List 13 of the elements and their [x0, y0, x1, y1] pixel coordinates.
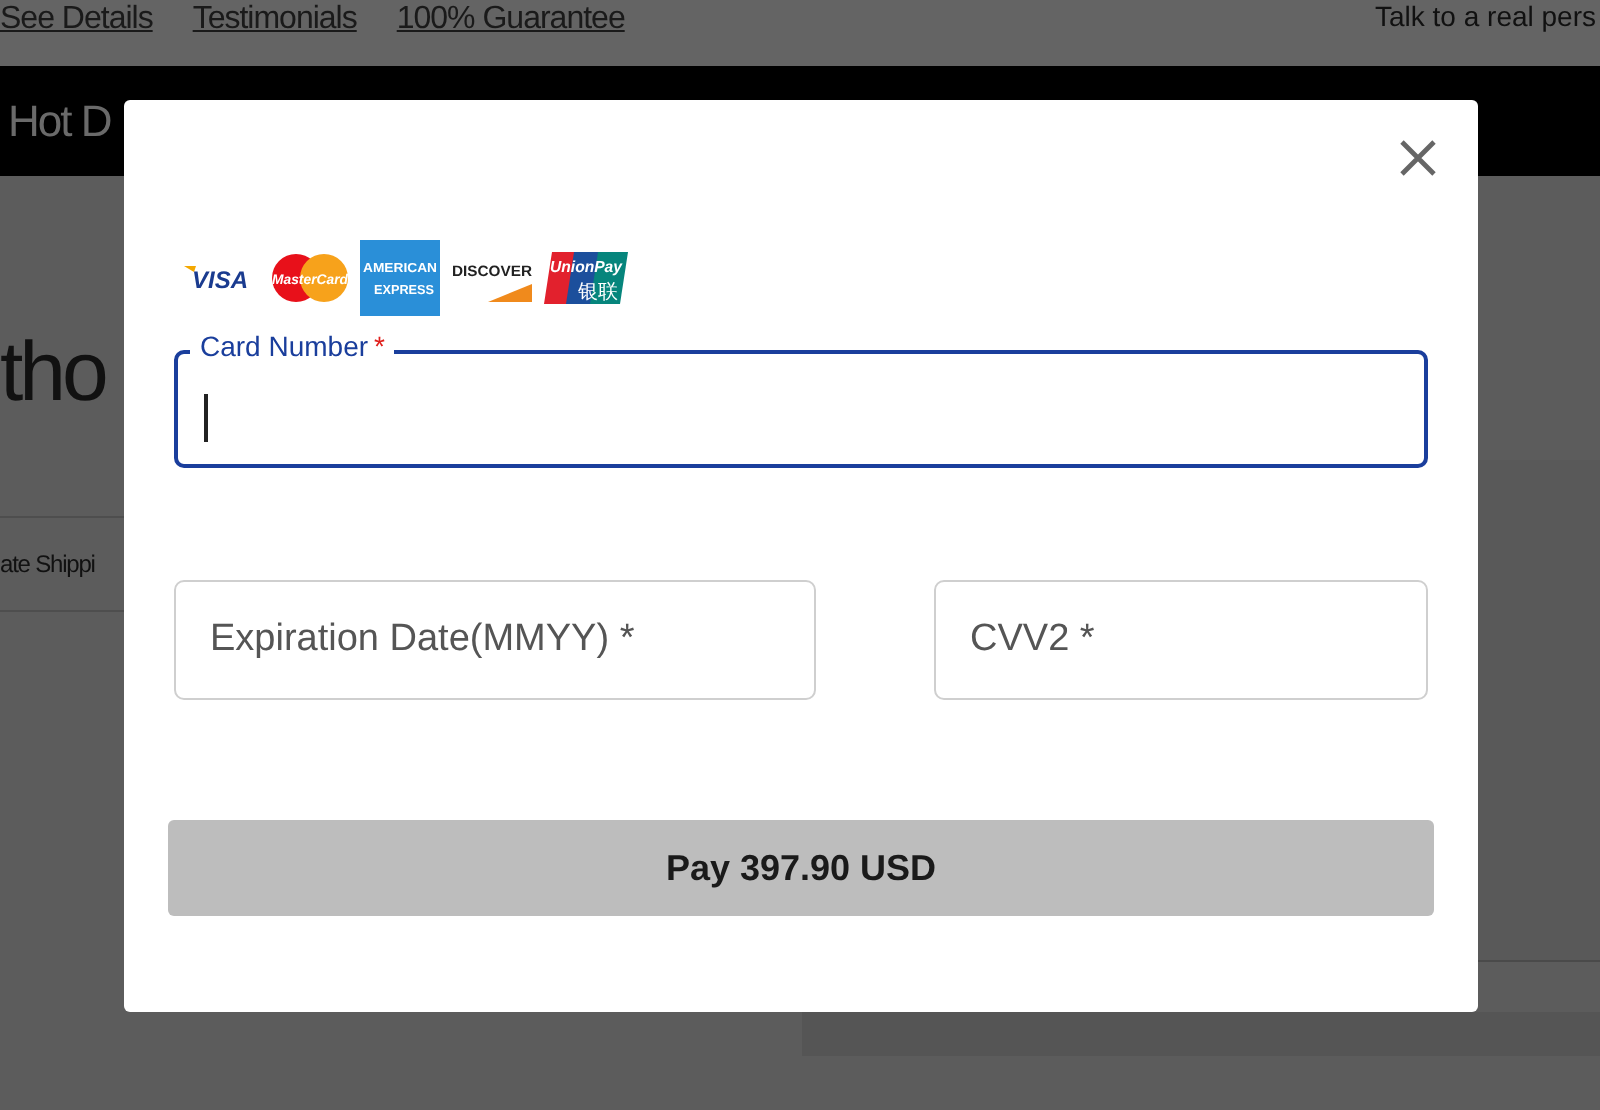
nav-text: Hot D	[8, 95, 111, 147]
input-field[interactable]: CVV2 *	[934, 580, 1428, 700]
field-label: Card Number *	[190, 330, 395, 362]
field-placeholder: CVV2 *	[970, 618, 1095, 662]
page-heading: tho	[0, 324, 105, 420]
input-field[interactable]: Expiration Date(MMYY) *	[174, 580, 816, 700]
pay-button[interactable]: Pay 397.90 USD	[168, 820, 1434, 916]
row-label: ate Shippi	[0, 550, 95, 578]
close-icon[interactable]	[1398, 138, 1438, 178]
contact-text: Talk to a real pers	[1375, 0, 1596, 32]
field-placeholder: Expiration Date(MMYY) *	[210, 618, 635, 662]
visa-logo: VISA	[180, 248, 260, 308]
text-cursor	[204, 393, 207, 441]
